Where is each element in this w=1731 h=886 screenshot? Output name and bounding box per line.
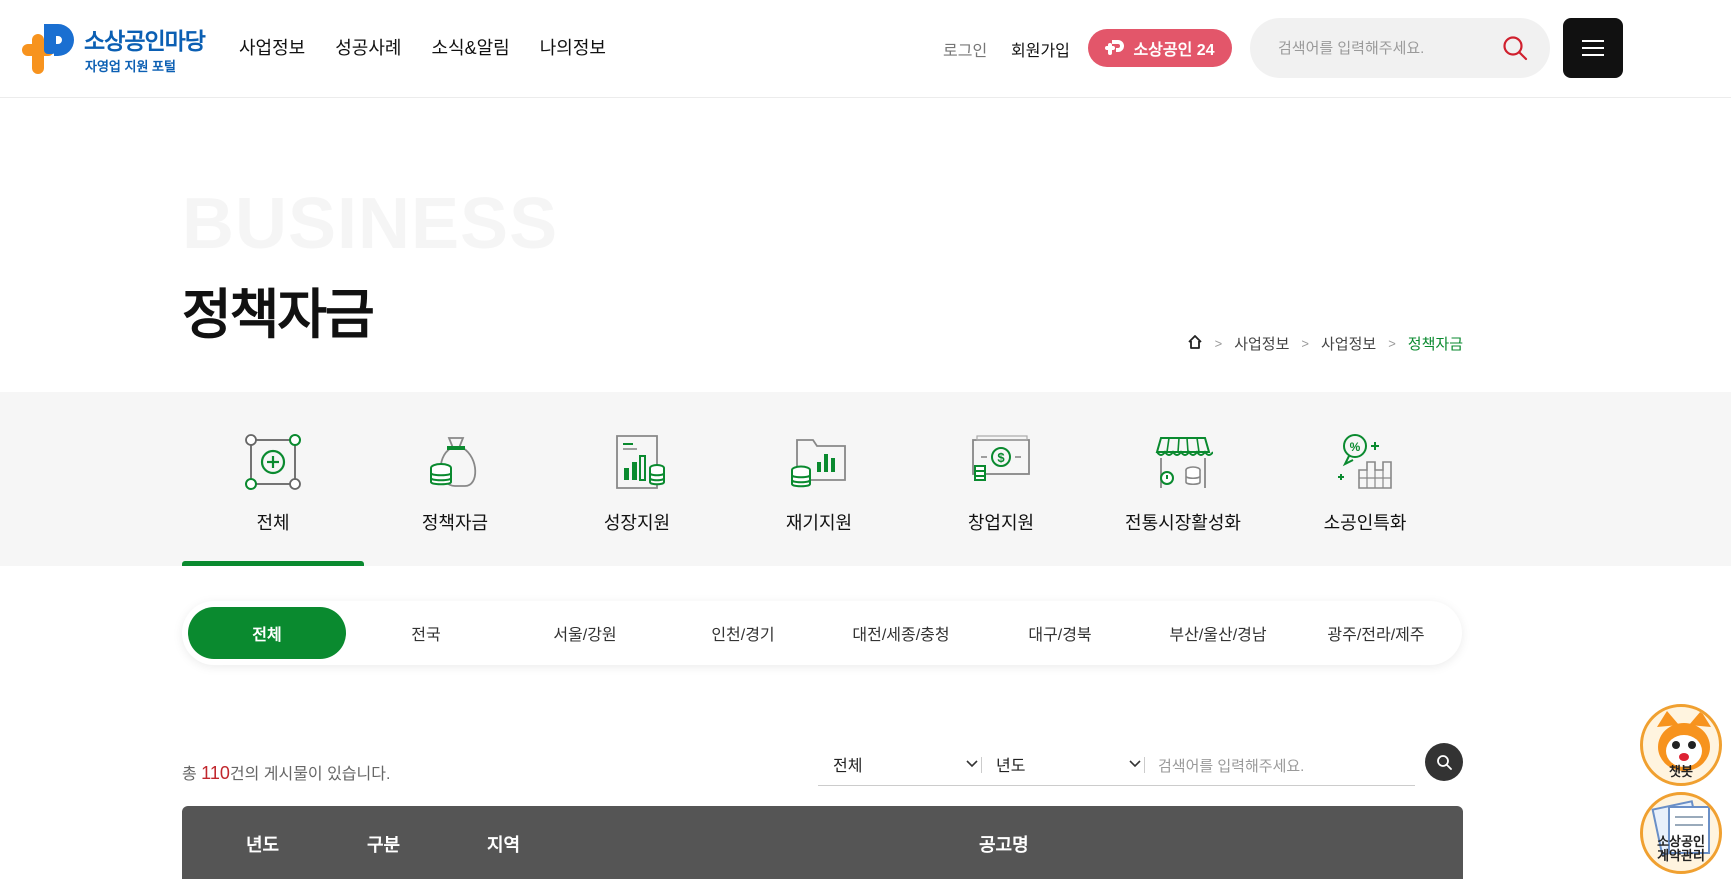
nav-news[interactable]: 소식&알림 <box>432 34 510 60</box>
category-tab-all[interactable]: 전체 <box>182 392 364 566</box>
sbiz24-label: 소상공인 24 <box>1133 42 1215 59</box>
nav-business-info[interactable]: 사업정보 <box>239 34 305 60</box>
category-tab-policy-fund[interactable]: 정책자금 <box>364 392 546 566</box>
post-count-prefix: 총 <box>182 766 202 783</box>
chevron-down-icon <box>1129 760 1141 768</box>
category-label: 정책자금 <box>421 513 489 533</box>
region-tab-daegu-gyeongbuk[interactable]: 대구/경북 <box>981 607 1139 659</box>
region-tab-all[interactable]: 전체 <box>188 607 346 659</box>
chevron-right-icon: > <box>1388 336 1396 351</box>
category-select[interactable]: 전체 <box>833 744 978 784</box>
money-bag-icon <box>430 437 477 487</box>
hamburger-icon <box>1582 40 1604 56</box>
page-title: 정책자금 <box>182 285 375 345</box>
search-icon <box>1437 755 1452 770</box>
header-search <box>1250 18 1550 78</box>
contract-label-line2: 계약관리 <box>1657 848 1705 863</box>
category-label: 소공인특화 <box>1323 513 1407 533</box>
nav-my-info[interactable]: 나의정보 <box>540 34 606 60</box>
sbiz24-button[interactable]: 소상공인 24 <box>1088 29 1232 67</box>
table-header: 년도 구분 지역 공고명 <box>182 806 1463 879</box>
category-label: 재기지원 <box>785 513 853 533</box>
contract-management-button[interactable]: 소상공인 계약관리 <box>1640 792 1722 874</box>
list-search-button[interactable] <box>1425 743 1463 781</box>
category-tab-startup[interactable]: $ 창업지원 <box>910 392 1092 566</box>
hamburger-menu-button[interactable] <box>1563 18 1623 78</box>
category-tab-growth[interactable]: 성장지원 <box>546 392 728 566</box>
cash-icon: $ <box>972 435 1030 481</box>
region-tab-gwangju-jeolla-jeju[interactable]: 광주/전라/제주 <box>1297 607 1455 659</box>
main-nav: 사업정보 성공사례 소식&알림 나의정보 <box>239 34 606 60</box>
home-icon[interactable] <box>1187 334 1203 354</box>
category-label: 전체 <box>256 513 290 533</box>
breadcrumb-current: 정책자금 <box>1407 336 1463 353</box>
column-type: 구분 <box>367 835 401 855</box>
post-count-number: 110 <box>201 763 230 783</box>
signup-link[interactable]: 회원가입 <box>1011 37 1070 61</box>
svg-text:%: % <box>1350 440 1361 454</box>
logo-subtitle: 자영업 지원 포털 <box>85 59 176 74</box>
filter-divider <box>1144 757 1145 773</box>
svg-text:$: $ <box>997 450 1005 465</box>
region-tab-busan-ulsan-gyeongnam[interactable]: 부산/울산/경남 <box>1139 607 1297 659</box>
region-tab-seoul-gangwon[interactable]: 서울/강원 <box>506 607 664 659</box>
contract-label: 소상공인 계약관리 <box>1643 835 1719 863</box>
chevron-right-icon: > <box>1301 336 1309 351</box>
region-tab-incheon-gyeonggi[interactable]: 인천/경기 <box>664 607 822 659</box>
breadcrumb-item[interactable]: 사업정보 <box>1234 333 1289 354</box>
category-tab-small-business[interactable]: % 소공인특화 <box>1274 392 1456 566</box>
category-tabs: 전체 정책자금 성장지원 재기지원 $ 창업지원 전통시장활성화 % 소공인특화 <box>0 392 1731 566</box>
category-label: 성장지원 <box>603 513 671 533</box>
filter-divider <box>981 757 982 773</box>
logo-title: 소상공인마당 <box>84 28 206 54</box>
category-label: 전통시장활성화 <box>1125 513 1241 533</box>
logo-mark-icon <box>22 24 74 74</box>
category-tab-traditional-market[interactable]: 전통시장활성화 <box>1092 392 1274 566</box>
chevron-down-icon <box>966 760 978 768</box>
chevron-right-icon: > <box>1214 336 1223 351</box>
chatbot-button[interactable]: 챗봇 <box>1640 704 1722 786</box>
category-label: 창업지원 <box>967 513 1035 533</box>
contract-label-line1: 소상공인 <box>1657 834 1705 849</box>
site-header: 소상공인마당 자영업 지원 포털 사업정보 성공사례 소식&알림 나의정보 로그… <box>0 0 1731 98</box>
nav-success-stories[interactable]: 성공사례 <box>335 34 401 60</box>
site-logo[interactable]: 소상공인마당 자영업 지원 포털 <box>22 20 222 80</box>
chatbot-label: 챗봇 <box>1669 764 1693 779</box>
login-link[interactable]: 로그인 <box>943 37 987 61</box>
region-tab-daejeon-sejong-chungcheong[interactable]: 대전/세종/충청 <box>822 607 980 659</box>
region-tab-national[interactable]: 전국 <box>347 607 505 659</box>
year-select[interactable]: 년도 <box>996 744 1141 784</box>
list-search-input[interactable] <box>1158 754 1408 778</box>
column-region: 지역 <box>487 835 521 855</box>
post-count: 총 110건의 게시물이 있습니다. <box>182 760 390 784</box>
region-tabs: 전체 전국 서울/강원 인천/경기 대전/세종/충청 대구/경북 부산/울산/경… <box>182 601 1462 665</box>
category-select-value: 전체 <box>833 758 863 775</box>
post-count-suffix: 건의 게시물이 있습니다. <box>229 766 391 783</box>
all-icon <box>245 434 301 490</box>
category-tab-restart[interactable]: 재기지원 <box>728 392 910 566</box>
folder-chart-icon <box>791 439 846 488</box>
factory-percent-icon: % <box>1338 434 1392 489</box>
active-tab-indicator <box>182 561 364 566</box>
search-icon[interactable] <box>1502 35 1528 66</box>
sbiz24-logo-icon <box>1105 40 1125 55</box>
hero-background-word: BUSINESS <box>182 184 559 264</box>
market-stall-icon <box>1155 437 1213 488</box>
column-title: 공고명 <box>979 835 1029 855</box>
column-year: 년도 <box>246 835 280 855</box>
breadcrumb: > 사업정보 > 사업정보 > 정책자금 <box>1187 333 1463 354</box>
header-search-input[interactable] <box>1278 36 1488 60</box>
growth-chart-icon <box>616 435 665 489</box>
year-select-value: 년도 <box>996 758 1026 775</box>
breadcrumb-item[interactable]: 사업정보 <box>1321 333 1376 354</box>
